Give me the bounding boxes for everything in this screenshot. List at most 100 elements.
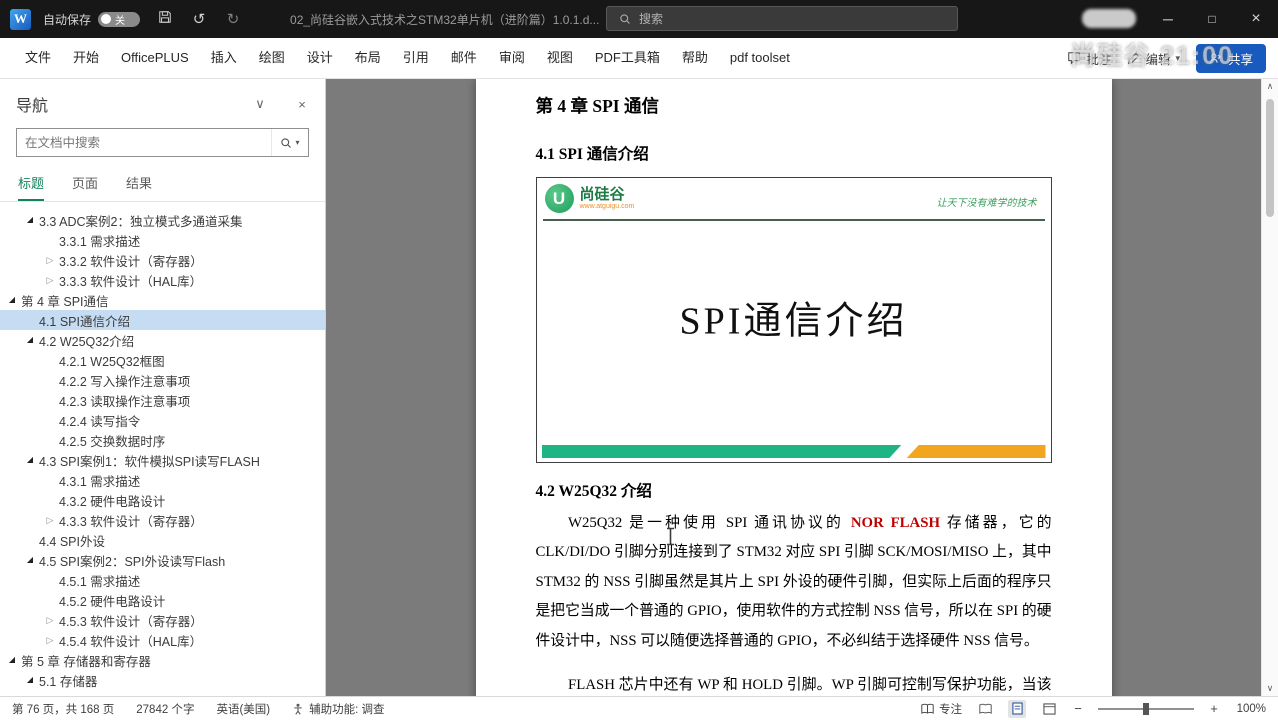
print-layout-button[interactable] [1008, 699, 1026, 718]
comments-button[interactable]: 批注 [1067, 49, 1111, 68]
nav-item[interactable]: 4.2.2 写入操作注意事项 [0, 370, 325, 390]
minimize-button[interactable]: ─ [1146, 0, 1190, 38]
statusbar: 第 76 页，共 168 页 27842 个字 英语(美国) 辅助功能: 调查 … [0, 696, 1278, 720]
nav-item[interactable]: 3.3.1 需求描述 [0, 230, 325, 250]
ribbon-tab-开始[interactable]: 开始 [62, 38, 110, 78]
focus-button[interactable]: 专注 [921, 701, 962, 717]
accessibility-status[interactable]: 辅助功能: 调查 [292, 701, 385, 717]
language-indicator[interactable]: 英语(美国) [216, 701, 270, 717]
zoom-slider[interactable] [1098, 702, 1194, 715]
autosave-toggle[interactable]: 关 [98, 11, 141, 27]
nav-item[interactable]: 4.3.2 硬件电路设计 [0, 490, 325, 510]
web-layout-button[interactable] [1040, 700, 1058, 718]
read-mode-button[interactable] [976, 700, 994, 718]
expand-triangle-icon[interactable]: ▷ [42, 610, 58, 630]
account-blurred-badge[interactable] [1082, 9, 1136, 28]
ribbon-tab-pdf toolset[interactable]: pdf toolset [719, 38, 801, 78]
ribbon-tab-邮件[interactable]: 邮件 [440, 38, 488, 78]
close-button[interactable]: × [1234, 0, 1278, 38]
zoom-out-button[interactable]: − [1072, 701, 1084, 716]
nav-item[interactable]: 4.5.2 硬件电路设计 [0, 590, 325, 610]
share-button[interactable]: 共享 [1195, 43, 1266, 73]
titlebar-search[interactable]: 搜索 [606, 6, 958, 31]
collapse-triangle-icon[interactable]: ◢ [22, 550, 38, 570]
scroll-up-icon[interactable]: ∧ [1267, 79, 1274, 94]
document-page[interactable]: 第 4 章 SPI 通信 4.1 SPI 通信介绍 U 尚硅谷 www.atgu… [475, 79, 1112, 696]
expand-triangle-icon[interactable]: ▷ [42, 250, 58, 270]
zoom-level[interactable]: 100% [1234, 703, 1266, 715]
nav-item-label: 第 4 章 SPI通信 [21, 294, 109, 309]
zoom-slider-thumb[interactable] [1143, 702, 1149, 715]
nav-item[interactable]: ▷ 4.5.3 软件设计（寄存器） [0, 610, 325, 630]
nav-item[interactable]: ◢ 4.5 SPI案例2：SPI外设读写Flash [0, 550, 325, 570]
nav-item-label: 4.5.1 需求描述 [59, 574, 141, 589]
scroll-down-icon[interactable]: ∨ [1267, 681, 1274, 696]
nav-item[interactable]: ◢ 第 4 章 SPI通信 [0, 290, 325, 310]
collapse-triangle-icon[interactable]: ◢ [22, 210, 38, 230]
collapse-triangle-icon[interactable]: ◢ [22, 450, 38, 470]
editing-button[interactable]: 编辑 ▾ [1127, 49, 1180, 68]
ribbon-tab-绘图[interactable]: 绘图 [248, 38, 296, 78]
nav-item[interactable]: 4.2.5 交换数据时序 [0, 430, 325, 450]
nav-tab-页面[interactable]: 页面 [72, 173, 98, 201]
nav-item[interactable]: ◢ 第 5 章 存储器和寄存器 [0, 650, 325, 670]
nav-item[interactable]: ◢ 4.3 SPI案例1：软件模拟SPI读写FLASH [0, 450, 325, 470]
nav-item[interactable]: ◢ 4.2 W25Q32介绍 [0, 330, 325, 350]
ribbon-tab-帮助[interactable]: 帮助 [671, 38, 719, 78]
collapse-triangle-icon[interactable]: ◢ [4, 290, 20, 310]
document-scrollbar[interactable]: ∧ ∨ [1261, 79, 1278, 696]
ribbon-tab-PDF工具箱[interactable]: PDF工具箱 [584, 38, 671, 78]
expand-triangle-icon[interactable]: ▷ [42, 630, 58, 650]
expand-triangle-icon[interactable]: ▷ [42, 510, 58, 530]
slide-divider [542, 219, 1045, 221]
nav-item[interactable]: ▷ 3.3.2 软件设计（寄存器） [0, 250, 325, 270]
nav-item[interactable]: ◢ 5.1 存储器 [0, 670, 325, 690]
undo-button[interactable]: ↺ [190, 10, 208, 28]
ribbon-tab-插入[interactable]: 插入 [200, 38, 248, 78]
ribbon-tab-设计[interactable]: 设计 [296, 38, 344, 78]
zoom-in-button[interactable]: + [1208, 701, 1220, 716]
pane-options-chevron-icon[interactable]: ∨ [253, 96, 267, 112]
nav-search-button[interactable]: ▾ [271, 129, 308, 156]
nav-item[interactable]: 4.3.1 需求描述 [0, 470, 325, 490]
slide-image: U 尚硅谷 www.atguigu.com 让天下没有难学的技术 SPI通信介绍 [535, 177, 1052, 463]
nav-item-label: 4.5 SPI案例2：SPI外设读写Flash [39, 554, 226, 569]
nav-item[interactable]: 4.2.1 W25Q32框图 [0, 350, 325, 370]
ribbon-tab-OfficePLUS[interactable]: OfficePLUS [110, 38, 200, 78]
nav-item[interactable]: ▷ 4.5.4 软件设计（HAL库） [0, 630, 325, 650]
nav-item-label: 3.3.3 软件设计（HAL库） [59, 274, 203, 289]
ribbon-tab-引用[interactable]: 引用 [392, 38, 440, 78]
nav-item[interactable]: 4.4 SPI外设 [0, 530, 325, 550]
nav-item[interactable]: 4.2.3 读取操作注意事项 [0, 390, 325, 410]
nav-search-input[interactable] [17, 135, 271, 150]
redo-button[interactable]: ↻ [224, 10, 242, 28]
ribbon-tab-文件[interactable]: 文件 [14, 38, 62, 78]
word-logo-icon[interactable]: W [10, 8, 31, 30]
nav-tab-结果[interactable]: 结果 [126, 173, 152, 201]
page-indicator[interactable]: 第 76 页，共 168 页 [12, 701, 114, 717]
nav-item[interactable]: 4.1 SPI通信介绍 [0, 310, 325, 330]
nav-item-label: 4.3 SPI案例1：软件模拟SPI读写FLASH [39, 454, 260, 469]
ribbon-tab-布局[interactable]: 布局 [344, 38, 392, 78]
ribbon: 文件 开始 OfficePLUS 插入 绘图 设计 布局 引用 邮件 审阅 视图 PDF工具箱 帮助 pd… [0, 38, 1278, 79]
collapse-triangle-icon[interactable]: ◢ [22, 330, 38, 350]
word-count[interactable]: 27842 个字 [136, 701, 194, 717]
nav-tab-标题[interactable]: 标题 [18, 173, 45, 201]
paragraph-2[interactable]: FLASH 芯片中还有 WP 和 HOLD 引脚。WP 引脚可控制写保护功能，当… [536, 671, 1051, 696]
ribbon-tab-审阅[interactable]: 审阅 [488, 38, 536, 78]
ribbon-tab-视图[interactable]: 视图 [536, 38, 584, 78]
pane-close-icon[interactable]: × [295, 97, 309, 112]
collapse-triangle-icon[interactable]: ◢ [22, 670, 38, 690]
nav-item[interactable]: 4.5.1 需求描述 [0, 570, 325, 590]
para1-text-cont: 存储器，它的 CLK/DI/DO 引脚分别连接到了 STM32 对应 SPI 引… [535, 515, 1052, 649]
nav-item[interactable]: ▷ 4.3.3 软件设计（寄存器） [0, 510, 325, 530]
paragraph-1[interactable]: W25Q32 是一种使用 SPI 通讯协议的 NOR FLASH 存储器，它的 … [536, 509, 1052, 656]
nav-item[interactable]: ▷ 3.3.3 软件设计（HAL库） [0, 270, 325, 290]
nav-item[interactable]: ◢ 3.3 ADC案例2：独立模式多通道采集 [0, 210, 325, 230]
expand-triangle-icon[interactable]: ▷ [42, 270, 58, 290]
maximize-button[interactable]: □ [1190, 0, 1234, 38]
nav-item[interactable]: 4.2.4 读写指令 [0, 410, 325, 430]
collapse-triangle-icon[interactable]: ◢ [4, 650, 20, 670]
scrollbar-thumb[interactable] [1266, 99, 1274, 217]
save-button[interactable] [156, 10, 174, 28]
